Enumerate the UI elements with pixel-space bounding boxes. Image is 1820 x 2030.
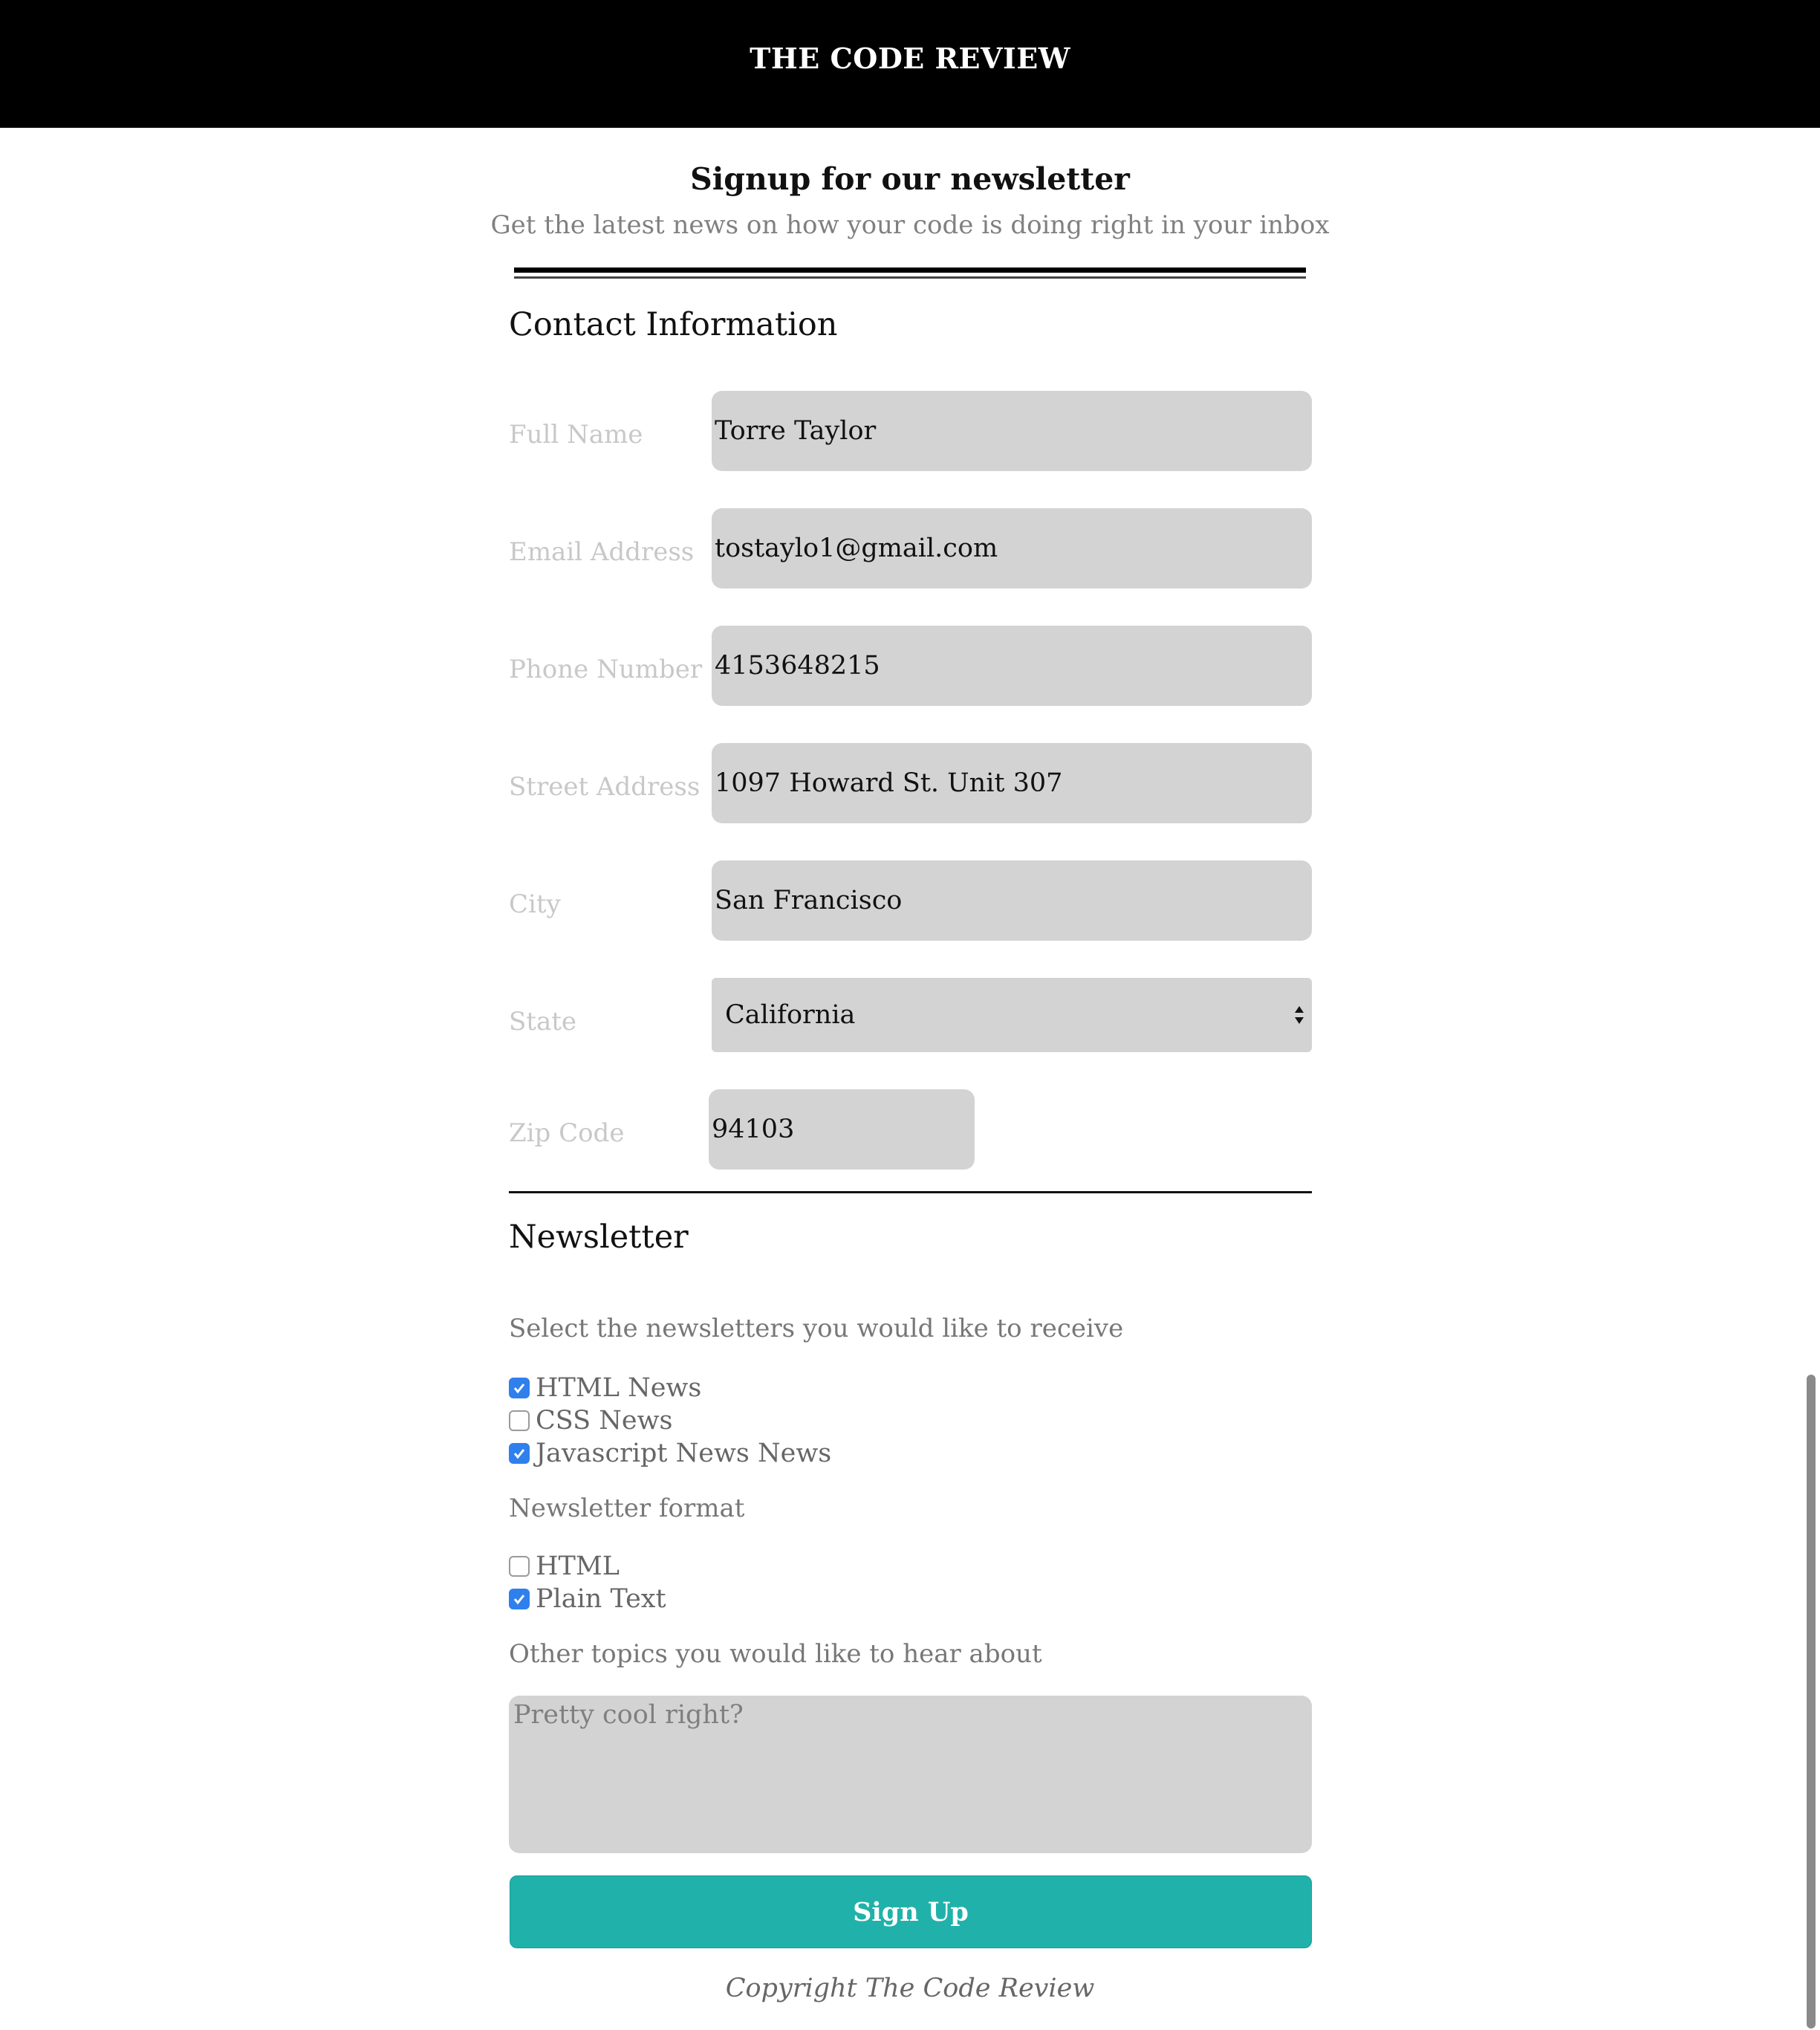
zip-input[interactable]: 94103: [709, 1089, 975, 1170]
intro-subtitle: Get the latest news on how your code is …: [490, 210, 1330, 240]
state-label: State: [509, 1007, 577, 1037]
phone-input[interactable]: 4153648215: [712, 626, 1312, 706]
topics-textarea[interactable]: Pretty cool right?: [509, 1696, 1312, 1853]
section-divider: [509, 1191, 1312, 1193]
intro-rule-thick: [514, 267, 1306, 273]
full-name-input[interactable]: Torre Taylor: [712, 391, 1312, 471]
sign-up-button[interactable]: Sign Up: [510, 1875, 1312, 1948]
newsletter-heading: Newsletter: [509, 1219, 689, 1256]
option-label: CSS News: [536, 1406, 673, 1436]
checkbox-unchecked-icon[interactable]: [509, 1556, 530, 1577]
topics-prompt: Other topics you would like to hear abou…: [509, 1639, 1042, 1669]
site-title: THE CODE REVIEW: [750, 42, 1070, 75]
zip-label: Zip Code: [509, 1118, 625, 1148]
contact-heading: Contact Information: [509, 306, 838, 343]
signup-page: THE CODE REVIEW Signup for our newslette…: [0, 0, 1820, 2030]
checkbox-checked-icon[interactable]: [509, 1589, 530, 1609]
option-label: HTML News: [536, 1373, 702, 1403]
state-select-value: California: [725, 1000, 856, 1030]
newsletter-format-prompt: Newsletter format: [509, 1494, 745, 1523]
state-select[interactable]: California: [712, 978, 1312, 1052]
checkbox-checked-icon[interactable]: [509, 1443, 530, 1464]
street-label: Street Address: [509, 772, 701, 802]
select-arrows-icon: [1295, 1006, 1304, 1024]
format-html[interactable]: HTML: [509, 1551, 620, 1581]
format-label: Plain Text: [536, 1584, 666, 1614]
option-html-news[interactable]: HTML News: [509, 1373, 701, 1403]
option-css-news[interactable]: CSS News: [509, 1406, 673, 1436]
scrollbar-thumb[interactable]: [1807, 1375, 1816, 2029]
street-input[interactable]: 1097 Howard St. Unit 307: [712, 743, 1312, 823]
intro-rule-thin: [514, 276, 1306, 279]
phone-label: Phone Number: [509, 655, 703, 684]
format-label: HTML: [536, 1551, 620, 1581]
email-input[interactable]: tostaylo1@gmail.com: [712, 508, 1312, 588]
option-label: Javascript News News: [536, 1439, 832, 1468]
site-header: THE CODE REVIEW: [0, 0, 1820, 128]
email-label: Email Address: [509, 537, 695, 567]
copyright-text: Copyright The Code Review: [725, 1974, 1095, 2003]
checkbox-unchecked-icon[interactable]: [509, 1410, 530, 1431]
option-javascript-news[interactable]: Javascript News News: [509, 1439, 831, 1468]
format-plain-text[interactable]: Plain Text: [509, 1584, 666, 1614]
full-name-label: Full Name: [509, 420, 643, 450]
intro-title: Signup for our newsletter: [690, 161, 1130, 197]
city-input[interactable]: San Francisco: [712, 860, 1312, 941]
newsletter-select-prompt: Select the newsletters you would like to…: [509, 1314, 1124, 1343]
city-label: City: [509, 889, 561, 919]
checkbox-checked-icon[interactable]: [509, 1378, 530, 1398]
